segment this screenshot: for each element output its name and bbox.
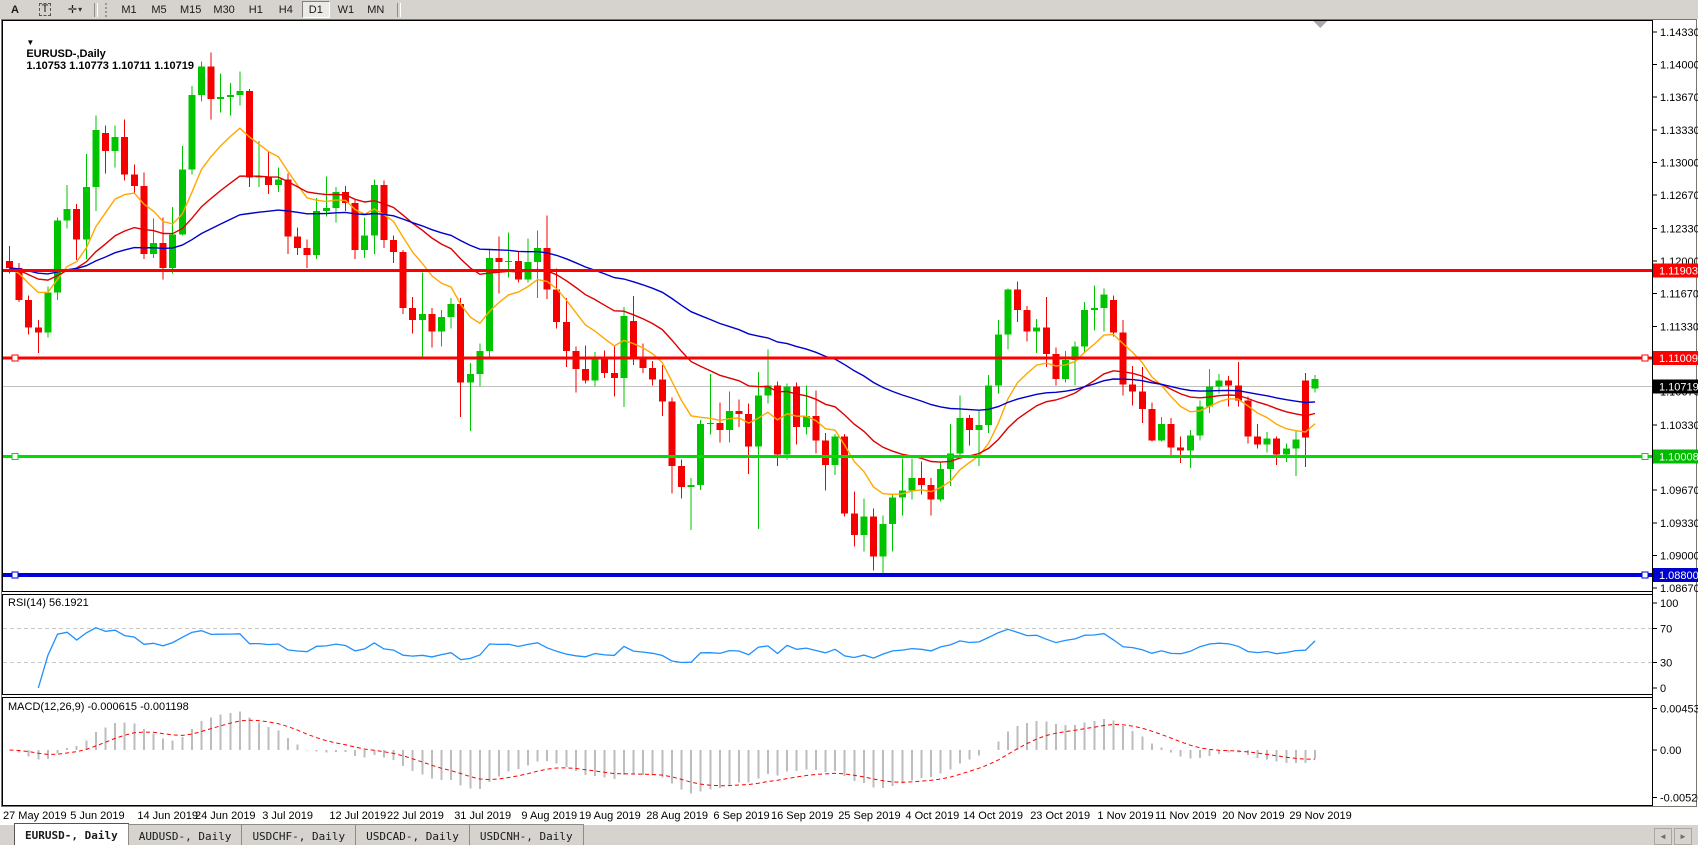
chevron-down-icon: ▾ xyxy=(78,5,82,14)
toolbar: A T ✛ ▾ M1M5M15M30H1H4D1W1MN xyxy=(0,0,1698,20)
timeframe-button-m30[interactable]: M30 xyxy=(208,1,239,18)
price-axis[interactable] xyxy=(1653,20,1698,806)
line-anchor xyxy=(1642,572,1648,578)
chart-menu-icon[interactable]: ▼ xyxy=(26,38,34,47)
toolbar-separator xyxy=(397,3,401,17)
symbol-tab-bar: EURUSD-, DailyAUDUSD-, DailyUSDCHF-, Dai… xyxy=(0,824,1698,845)
timeframe-group: M1M5M15M30H1H4D1W1MN xyxy=(114,1,391,18)
toolbar-grip[interactable] xyxy=(105,3,111,17)
chart-quote-label: 1.10753 1.10773 1.10711 1.10719 xyxy=(26,60,194,72)
timeframe-button-w1[interactable]: W1 xyxy=(332,1,360,18)
timeframe-button-mn[interactable]: MN xyxy=(362,1,390,18)
rsi-indicator-label: RSI(14) 56.1921 xyxy=(8,597,89,609)
terminal-window: A T ✛ ▾ M1M5M15M30H1H4D1W1MN 1.143301.14… xyxy=(0,0,1698,845)
symbol-tab-audusd[interactable]: AUDUSD-, Daily xyxy=(128,824,243,845)
panel-resize-handle-rsi[interactable] xyxy=(0,591,1652,595)
tab-scroll-left-icon[interactable]: ◄ xyxy=(1654,828,1672,845)
timeframe-button-d1[interactable]: D1 xyxy=(302,1,330,18)
timeframe-button-m5[interactable]: M5 xyxy=(145,1,173,18)
tab-bar-stub xyxy=(0,827,15,845)
macd-indicator-label: MACD(12,26,9) -0.000615 -0.001198 xyxy=(8,701,189,713)
line-anchor xyxy=(12,454,18,460)
symbol-tab-eurusd[interactable]: EURUSD-, Daily xyxy=(14,823,129,845)
line-anchor xyxy=(12,572,18,578)
timeframe-button-h4[interactable]: H4 xyxy=(272,1,300,18)
chart-window: 1.143301.140001.136701.133301.130001.126… xyxy=(0,19,1698,825)
crosshair-icon: ✛ xyxy=(68,3,77,16)
cursor-tool-button[interactable]: ✛ ▾ xyxy=(61,1,89,18)
text-tool-icon: T xyxy=(39,3,52,16)
line-anchor xyxy=(1642,355,1648,361)
text-label-tool-button[interactable]: A xyxy=(1,1,29,18)
chart-canvas[interactable]: 1.143301.140001.136701.133301.130001.126… xyxy=(0,19,1698,845)
timeframe-button-h1[interactable]: H1 xyxy=(242,1,270,18)
chart-symbol-label: EURUSD-,Daily xyxy=(26,48,105,60)
line-anchor xyxy=(12,355,18,361)
timeframe-button-m1[interactable]: M1 xyxy=(115,1,143,18)
panel-resize-handle-macd[interactable] xyxy=(0,695,1652,699)
symbol-tab-usdchf[interactable]: USDCHF-, Daily xyxy=(241,824,356,845)
symbol-tab-usdcad[interactable]: USDCAD-, Daily xyxy=(355,824,470,845)
tab-group: EURUSD-, DailyAUDUSD-, DailyUSDCHF-, Dai… xyxy=(15,823,584,845)
tab-scroll-right-icon[interactable]: ► xyxy=(1674,828,1692,845)
text-tool-button[interactable]: T xyxy=(31,1,59,18)
timeframe-button-m15[interactable]: M15 xyxy=(175,1,206,18)
symbol-tab-usdcnh[interactable]: USDCNH-, Daily xyxy=(469,824,584,845)
chart-title: ▼ EURUSD-,Daily 1.10753 1.10773 1.10711 … xyxy=(8,24,194,84)
line-anchor xyxy=(1642,454,1648,460)
tab-scroll-arrows: ◄ ► xyxy=(1654,827,1692,845)
toolbar-separator xyxy=(94,3,98,17)
